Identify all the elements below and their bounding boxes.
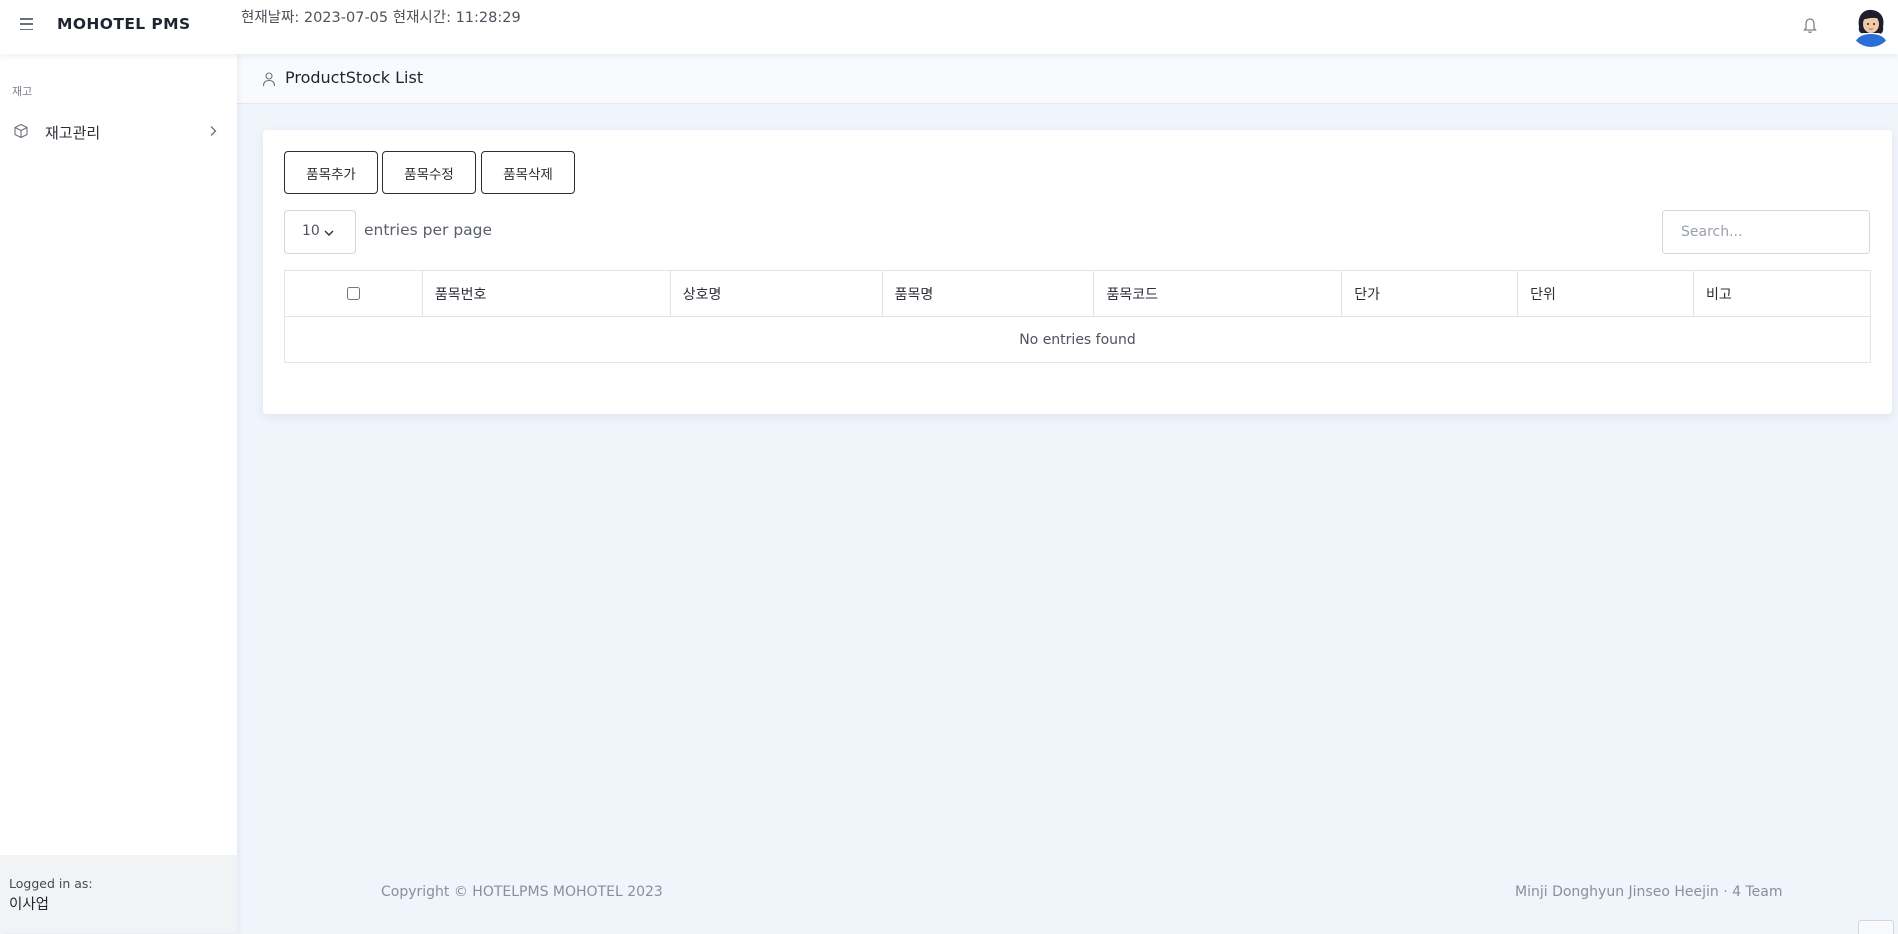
column-header-item-name[interactable]: 품목명 [881,270,1095,317]
column-header-notes[interactable]: 비고 [1693,270,1871,317]
sidebar-item-inventory[interactable]: 재고관리 [0,114,237,148]
table-row: No entries found [284,316,1871,363]
column-header-unit-price[interactable]: 단가 [1341,270,1519,317]
sidebar-item-label: 재고관리 [45,124,101,142]
edit-item-button[interactable]: 품목수정 [382,151,476,194]
chevron-down-icon [324,230,334,236]
column-header-item-code[interactable]: 품목코드 [1093,270,1343,317]
entries-per-page-select[interactable]: 10 [284,210,356,254]
scroll-top-button[interactable] [1858,920,1894,934]
entries-per-page-value: 10 [302,223,320,239]
select-all-cell [284,270,423,317]
current-datetime: 현재날짜: 2023-07-05 현재시간: 11:28:29 [241,10,521,26]
box-icon [14,123,28,139]
search-input[interactable] [1662,210,1870,254]
add-item-button[interactable]: 품목추가 [284,151,378,194]
chevron-right-icon [210,126,217,136]
column-header-unit[interactable]: 단위 [1517,270,1695,317]
entries-per-page-label: entries per page [364,221,493,239]
page-title-bar: ProductStock List [237,54,1898,104]
logged-in-label: Logged in as: [9,876,93,891]
product-stock-card: 품목추가 품목수정 품목삭제 10 entries per page 품목번호 … [263,130,1892,414]
product-stock-table: 품목번호 상호명 품목명 품목코드 단가 단위 비고 No entries fo… [284,270,1871,363]
footer-team: Minji Donghyun Jinseo Heejin · 4 Team [1515,884,1783,900]
brand-title[interactable]: MOHOTEL PMS [57,15,191,33]
delete-item-button[interactable]: 품목삭제 [481,151,575,194]
column-header-item-number[interactable]: 품목번호 [421,270,671,317]
sidebar-user-panel: Logged in as: 이사업 [0,855,237,933]
sidebar-section-heading: 재고 [12,85,33,98]
sidebar: 재고 재고관리 Logged in as: 이사업 [0,54,237,933]
person-icon [262,72,276,87]
select-all-checkbox[interactable] [346,287,360,300]
footer-copyright: Copyright © HOTELPMS MOHOTEL 2023 [381,884,663,900]
user-avatar[interactable] [1850,5,1892,47]
column-header-vendor-name[interactable]: 상호명 [669,270,883,317]
empty-table-message: No entries found [284,316,1871,363]
page-title: ProductStock List [285,68,424,87]
logged-in-user: 이사업 [9,897,50,913]
hamburger-icon[interactable] [20,18,33,30]
bell-icon[interactable] [1802,17,1818,35]
top-header: MOHOTEL PMS 현재날짜: 2023-07-05 현재시간: 11:28… [0,0,1898,54]
table-header-row: 품목번호 상호명 품목명 품목코드 단가 단위 비고 [284,270,1871,317]
